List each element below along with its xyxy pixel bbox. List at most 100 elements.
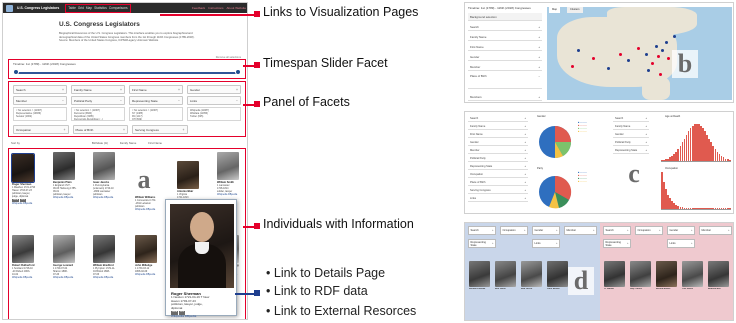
expand-icon[interactable]: + xyxy=(524,181,526,184)
expand-icon[interactable]: + xyxy=(538,25,540,29)
map-marker[interactable] xyxy=(627,59,630,62)
comparison-facet[interactable]: Occupation + xyxy=(500,226,528,235)
map-marker[interactable] xyxy=(665,41,668,44)
facet-option[interactable]: OH (699) xyxy=(132,118,180,120)
comparison-facet[interactable]: Occupation + xyxy=(635,226,663,235)
nav-link-map[interactable]: Map xyxy=(86,6,92,10)
nav-link-instructions[interactable]: Instructions xyxy=(208,6,223,10)
facet-option[interactable]: Twitter (625) xyxy=(190,115,238,118)
person-name[interactable]: G. Walker xyxy=(604,288,629,291)
comparison-facet[interactable]: Search + xyxy=(468,226,496,235)
histogram-bar[interactable] xyxy=(728,159,731,161)
map-marker[interactable] xyxy=(592,57,595,60)
stats-facet[interactable]: Gender + xyxy=(613,131,649,138)
map-facet[interactable]: Members + xyxy=(468,93,542,101)
person-card[interactable]: George Leonard 1 1729-07-04 Sharon 1808-… xyxy=(53,235,93,279)
nav-link-table[interactable]: Table xyxy=(68,6,76,10)
person-name[interactable]: Andrew Bell xyxy=(708,288,733,291)
map-tab-map[interactable]: Map xyxy=(549,7,561,13)
person-name[interactable]: Ray Collins xyxy=(630,288,655,291)
map-marker[interactable] xyxy=(673,35,676,38)
stats-facet[interactable]: Place of Birth + xyxy=(468,179,528,186)
portrait-image[interactable] xyxy=(521,261,542,287)
stats-facet[interactable]: Gender + xyxy=(468,139,528,146)
collapse-icon[interactable]: − xyxy=(120,99,122,103)
external-links[interactable]: Wikipedia DBpedia xyxy=(217,193,245,196)
person-card[interactable]: Roger Sherman 1 Mawbun 1721-1793 Haven 1… xyxy=(11,153,52,205)
expand-icon[interactable]: + xyxy=(524,149,526,152)
facet-family-name[interactable]: Family Name + xyxy=(71,85,125,94)
timespan-end-handle[interactable] xyxy=(235,69,241,75)
histogram-bar[interactable] xyxy=(728,207,731,209)
expand-icon[interactable]: + xyxy=(593,229,595,232)
person-card[interactable]: William Smith 1 Lancaster 1728-1814 sold… xyxy=(217,152,245,196)
nav-link-grid[interactable]: Grid xyxy=(78,6,84,10)
stats-facet[interactable]: Search + xyxy=(468,115,528,122)
map-canvas[interactable]: Map Clusters b xyxy=(547,7,732,100)
expand-icon[interactable]: + xyxy=(538,55,540,59)
map-marker[interactable] xyxy=(645,53,648,56)
portrait-image[interactable] xyxy=(656,261,677,287)
stats-facet[interactable]: Links + xyxy=(468,195,528,202)
map-marker[interactable] xyxy=(657,55,660,58)
stats-facet[interactable]: First Name + xyxy=(468,131,528,138)
expand-icon[interactable]: + xyxy=(645,149,647,152)
expand-icon[interactable]: + xyxy=(62,88,64,92)
map-facet[interactable]: Place of Birth − xyxy=(468,73,542,89)
map-marker[interactable] xyxy=(661,49,664,52)
expand-icon[interactable]: + xyxy=(492,242,494,245)
map-marker[interactable] xyxy=(655,45,658,48)
portrait-image[interactable] xyxy=(682,261,703,287)
facet-option[interactable]: Democratic-Republican (...) xyxy=(74,118,122,120)
expand-icon[interactable]: + xyxy=(524,229,526,232)
expand-icon[interactable]: + xyxy=(538,45,540,49)
collapse-icon[interactable]: − xyxy=(62,99,64,103)
comparison-person[interactable]: Arnold Baxter xyxy=(656,261,681,291)
comparison-person[interactable]: Ray Collins xyxy=(630,261,655,291)
nav-brand[interactable]: U.S. Congress Legislators xyxy=(17,6,59,10)
expand-icon[interactable]: + xyxy=(524,117,526,120)
collapse-icon[interactable]: − xyxy=(236,99,238,103)
portrait-image[interactable] xyxy=(547,261,568,287)
map-marker[interactable] xyxy=(667,57,670,60)
expand-icon[interactable]: + xyxy=(538,65,540,69)
facet-links-list[interactable]: Wikipedia (11887) Wikidata (11956) Twitt… xyxy=(187,107,241,121)
pie-chart-party[interactable] xyxy=(535,172,575,212)
portrait-image[interactable] xyxy=(53,152,75,180)
person-card[interactable]: Robert Rutherford 1 Scotland 1728-10 -20… xyxy=(12,235,52,279)
sort-first-name[interactable]: First Name xyxy=(148,141,162,145)
person-card[interactable]: Isaac Jacobs 1 Pennsylvania (unknown) 17… xyxy=(93,152,133,199)
external-links[interactable]: Wikipedia DBpedia xyxy=(53,196,93,199)
nav-link-comparisons[interactable]: Comparisons xyxy=(109,6,128,10)
expand-icon[interactable]: + xyxy=(627,242,629,245)
nav-link-statistics[interactable]: Statistics xyxy=(94,6,107,10)
expand-icon[interactable]: + xyxy=(120,88,122,92)
facet-occupation[interactable]: Occupation + xyxy=(13,125,69,134)
comparison-person[interactable]: William Kennan xyxy=(469,261,494,291)
facet-option[interactable]: Senator (1962) xyxy=(16,115,64,118)
expand-icon[interactable]: + xyxy=(524,197,526,200)
facet-member-list[interactable]: < No selection > (11967) Representative … xyxy=(13,107,67,121)
facet-links[interactable]: Links − xyxy=(187,96,241,105)
stats-facet[interactable]: Member + xyxy=(468,147,528,154)
pie-chart-gender[interactable] xyxy=(535,122,575,162)
map-marker[interactable] xyxy=(607,67,610,70)
expand-icon[interactable]: + xyxy=(659,229,661,232)
expand-icon[interactable]: + xyxy=(691,229,693,232)
portrait-image[interactable] xyxy=(217,152,239,180)
portrait-image[interactable] xyxy=(135,235,157,263)
person-name[interactable]: Bob Green xyxy=(521,288,546,291)
facet-place-of-birth[interactable]: Place of Birth + xyxy=(72,125,128,134)
external-links[interactable]: Wikipedia DBpedia xyxy=(135,273,167,276)
stats-facet[interactable]: Family Name + xyxy=(468,123,528,130)
expand-icon[interactable]: + xyxy=(524,125,526,128)
facet-member[interactable]: Member − xyxy=(13,96,67,105)
map-marker[interactable] xyxy=(637,47,640,50)
comparison-person[interactable]: Ann Davis xyxy=(495,261,520,291)
comparison-facet[interactable]: Representing State + xyxy=(603,239,631,248)
portrait-image[interactable] xyxy=(93,152,115,180)
facet-political-party[interactable]: Political Party − xyxy=(71,96,125,105)
portrait-image[interactable] xyxy=(630,261,651,287)
map-marker[interactable] xyxy=(577,49,580,52)
expand-icon[interactable]: + xyxy=(538,95,540,99)
